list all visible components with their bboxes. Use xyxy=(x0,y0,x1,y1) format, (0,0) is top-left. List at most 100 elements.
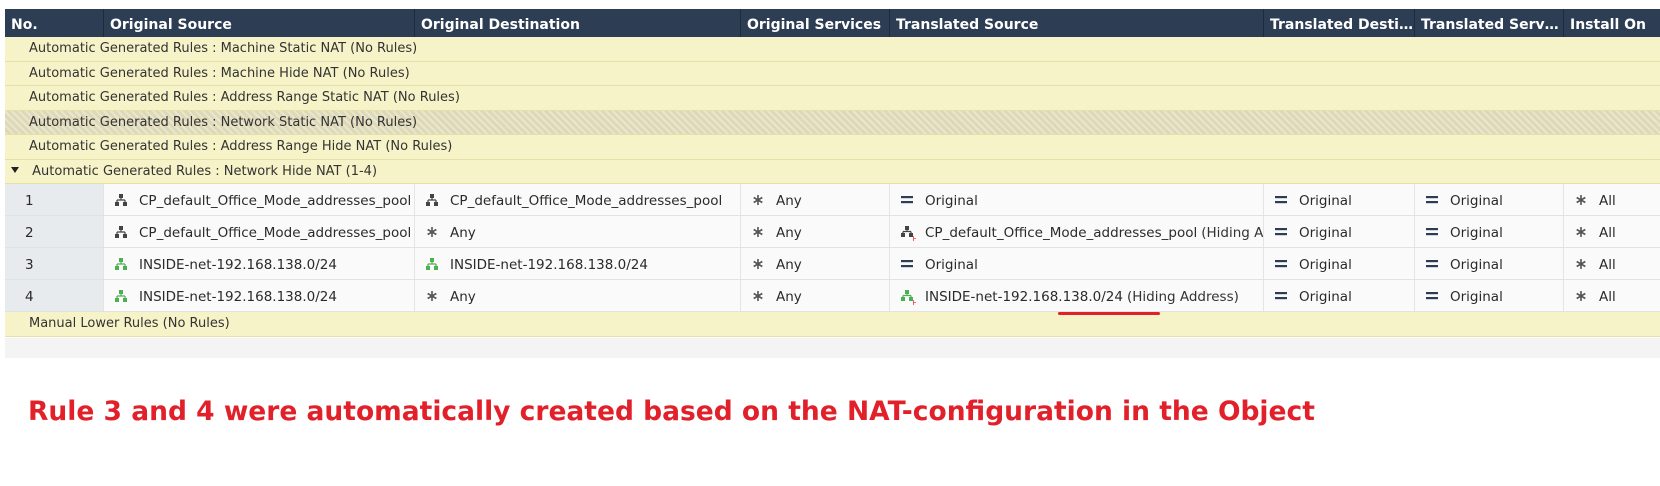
col-header-original-services[interactable]: Original Services xyxy=(741,9,890,37)
col-header-install-on[interactable]: Install On xyxy=(1564,9,1660,37)
cell-text: Original xyxy=(1450,289,1503,305)
cell-text: Original xyxy=(1299,289,1352,305)
section-count: (No Rules) xyxy=(162,316,230,331)
network-pool-icon xyxy=(114,193,128,207)
translated-services-cell[interactable]: Original xyxy=(1415,280,1564,311)
install-on-cell[interactable]: All xyxy=(1564,184,1660,215)
original-destination-cell[interactable]: Any xyxy=(415,280,741,311)
cell-text: All xyxy=(1599,289,1616,305)
rule-number: 4 xyxy=(5,280,104,311)
annotation-text: Rule 3 and 4 were automatically created … xyxy=(28,396,1315,427)
table-footer-band xyxy=(5,338,1660,358)
original-services-cell[interactable]: Any xyxy=(741,216,890,247)
cell-text: Any xyxy=(776,289,802,305)
table-row[interactable]: 3 INSIDE-net-192.168.138.0/24 INSIDE-net… xyxy=(5,248,1660,280)
install-on-cell[interactable]: All xyxy=(1564,248,1660,279)
nat-rulebase-table: No. Original Source Original Destination… xyxy=(5,9,1660,337)
network-pool-icon xyxy=(114,225,128,239)
rule-number: 3 xyxy=(5,248,104,279)
cell-text: Original xyxy=(1450,193,1503,209)
any-asterisk-icon xyxy=(425,225,439,239)
section-count: (No Rules) xyxy=(350,114,418,130)
original-destination-cell[interactable]: Any xyxy=(415,216,741,247)
original-source-cell[interactable]: CP_default_Office_Mode_addresses_pool xyxy=(104,216,415,247)
cell-text: INSIDE-net-192.168.138.0/24 xyxy=(925,289,1123,305)
translated-services-cell[interactable]: Original xyxy=(1415,184,1564,215)
translated-services-cell[interactable]: Original xyxy=(1415,248,1564,279)
translated-destination-cell[interactable]: Original xyxy=(1264,184,1415,215)
network-icon xyxy=(114,289,128,303)
cell-text: CP_default_Office_Mode_addresses_pool xyxy=(139,225,412,241)
col-header-no[interactable]: No. xyxy=(5,9,104,37)
translated-source-cell[interactable]: H CP_default_Office_Mode_addresses_pool … xyxy=(890,216,1264,247)
col-header-original-source[interactable]: Original Source xyxy=(104,9,415,37)
section-address-range-hide-nat[interactable]: Automatic Generated Rules : Address Rang… xyxy=(5,135,1660,160)
cell-text: All xyxy=(1599,225,1616,241)
section-count: (1-4) xyxy=(345,163,378,179)
rule-number: 2 xyxy=(5,216,104,247)
translated-source-cell[interactable]: H INSIDE-net-192.168.138.0/24 (Hiding Ad… xyxy=(890,280,1264,311)
section-address-range-static-nat[interactable]: Automatic Generated Rules : Address Rang… xyxy=(5,86,1660,111)
cell-text: INSIDE-net-192.168.138.0/24 xyxy=(139,257,337,273)
cell-text: CP_default_Office_Mode_addresses_pool xyxy=(139,193,412,209)
section-network-static-nat[interactable]: Automatic Generated Rules : Network Stat… xyxy=(5,110,1660,135)
hiding-address-suffix: (Hiding Address) xyxy=(1126,289,1239,305)
col-header-original-destination[interactable]: Original Destination xyxy=(415,9,741,37)
col-header-translated-source[interactable]: Translated Source xyxy=(890,9,1264,37)
svg-text:H: H xyxy=(913,299,917,305)
original-source-cell[interactable]: INSIDE-net-192.168.138.0/24 xyxy=(104,280,415,311)
section-count: (No Rules) xyxy=(342,65,410,81)
original-equals-icon xyxy=(900,193,914,207)
cell-text: CP_default_Office_Mode_addresses_pool xyxy=(450,193,723,209)
cell-text: All xyxy=(1599,257,1616,273)
table-row[interactable]: 4 INSIDE-net-192.168.138.0/24 Any Any H … xyxy=(5,280,1660,312)
translated-destination-cell[interactable]: Original xyxy=(1264,216,1415,247)
original-equals-icon xyxy=(1425,193,1439,207)
translated-destination-cell[interactable]: Original xyxy=(1264,248,1415,279)
cell-text: CP_default_Office_Mode_addresses_pool xyxy=(925,225,1198,241)
svg-text:H: H xyxy=(913,235,917,241)
section-manual-lower-rules[interactable]: Manual Lower Rules (No Rules) xyxy=(5,312,1660,337)
any-asterisk-icon xyxy=(1574,257,1588,271)
original-destination-cell[interactable]: CP_default_Office_Mode_addresses_pool xyxy=(415,184,741,215)
rule-number: 1 xyxy=(5,184,104,215)
install-on-cell[interactable]: All xyxy=(1564,216,1660,247)
table-row[interactable]: 1 CP_default_Office_Mode_addresses_pool … xyxy=(5,184,1660,216)
any-asterisk-icon xyxy=(751,289,765,303)
install-on-cell[interactable]: All xyxy=(1564,280,1660,311)
original-source-cell[interactable]: INSIDE-net-192.168.138.0/24 xyxy=(104,248,415,279)
table-header: No. Original Source Original Destination… xyxy=(5,9,1660,37)
section-count: (No Rules) xyxy=(392,90,460,105)
section-machine-static-nat[interactable]: Automatic Generated Rules : Machine Stat… xyxy=(5,37,1660,62)
original-equals-icon xyxy=(1274,257,1288,271)
original-services-cell[interactable]: Any xyxy=(741,184,890,215)
original-equals-icon xyxy=(1274,193,1288,207)
section-network-hide-nat[interactable]: Automatic Generated Rules : Network Hide… xyxy=(5,159,1660,184)
section-label: Automatic Generated Rules : Network Stat… xyxy=(29,114,346,130)
translated-source-cell[interactable]: Original xyxy=(890,248,1264,279)
translated-services-cell[interactable]: Original xyxy=(1415,216,1564,247)
original-source-cell[interactable]: CP_default_Office_Mode_addresses_pool xyxy=(104,184,415,215)
cell-text: Any xyxy=(776,193,802,209)
original-services-cell[interactable]: Any xyxy=(741,248,890,279)
original-services-cell[interactable]: Any xyxy=(741,280,890,311)
any-asterisk-icon xyxy=(751,193,765,207)
translated-destination-cell[interactable]: Original xyxy=(1264,280,1415,311)
section-label: Automatic Generated Rules : Machine Hide… xyxy=(29,65,339,81)
network-icon xyxy=(114,257,128,271)
section-machine-hide-nat[interactable]: Automatic Generated Rules : Machine Hide… xyxy=(5,61,1660,86)
cell-text: INSIDE-net-192.168.138.0/24 xyxy=(450,257,648,273)
original-destination-cell[interactable]: INSIDE-net-192.168.138.0/24 xyxy=(415,248,741,279)
any-asterisk-icon xyxy=(1574,193,1588,207)
table-row[interactable]: 2 CP_default_Office_Mode_addresses_pool … xyxy=(5,216,1660,248)
cell-text: Any xyxy=(450,289,476,305)
collapse-caret-icon[interactable] xyxy=(11,166,19,173)
network-icon xyxy=(425,257,439,271)
col-header-translated-destination[interactable]: Translated Destin... xyxy=(1264,9,1415,37)
any-asterisk-icon xyxy=(425,289,439,303)
cell-text: Original xyxy=(1450,257,1503,273)
any-asterisk-icon xyxy=(751,225,765,239)
translated-source-cell[interactable]: Original xyxy=(890,184,1264,215)
any-asterisk-icon xyxy=(1574,225,1588,239)
col-header-translated-services[interactable]: Translated Services xyxy=(1415,9,1564,37)
